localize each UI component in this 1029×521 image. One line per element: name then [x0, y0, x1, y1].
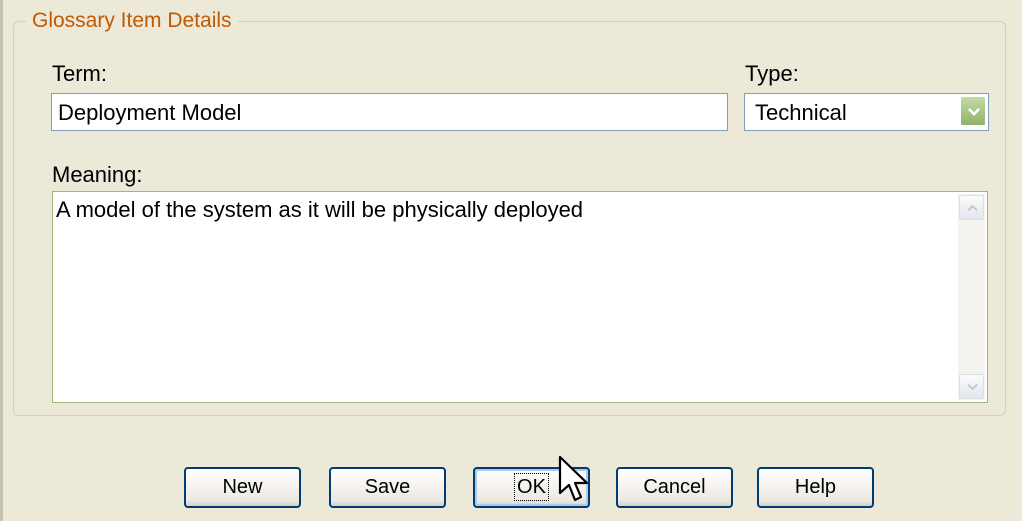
type-dropdown-button[interactable]	[960, 96, 986, 126]
new-button-label: New	[222, 476, 263, 498]
glossary-dialog: Glossary Item Details Term: Deployment M…	[0, 0, 1029, 521]
meaning-label: Meaning:	[52, 162, 143, 187]
mouse-pointer-icon	[558, 455, 589, 502]
meaning-textarea-value: A model of the system as it will be phys…	[56, 197, 584, 222]
help-button[interactable]: Help	[757, 467, 874, 508]
group-title: Glossary Item Details	[32, 9, 232, 32]
ok-button-label: OK	[514, 473, 549, 501]
cancel-button-label: Cancel	[643, 476, 706, 498]
chevron-down-icon	[968, 108, 980, 116]
meaning-textarea[interactable]: A model of the system as it will be phys…	[52, 191, 988, 403]
meaning-scrollbar[interactable]	[958, 194, 985, 400]
term-input-value: Deployment Model	[58, 100, 242, 125]
type-select[interactable]: Technical	[744, 93, 989, 131]
new-button[interactable]: New	[184, 467, 301, 508]
help-button-label: Help	[794, 476, 837, 498]
save-button[interactable]: Save	[329, 467, 446, 508]
save-button-label: Save	[364, 476, 411, 498]
window-right-edge	[1022, 0, 1029, 521]
term-input[interactable]: Deployment Model	[51, 93, 728, 131]
scroll-up-arrow-icon	[967, 204, 978, 212]
scroll-down-button[interactable]	[959, 374, 984, 399]
cancel-button[interactable]: Cancel	[616, 467, 733, 508]
scroll-up-button[interactable]	[959, 195, 984, 220]
window-left-edge	[0, 0, 3, 521]
type-label: Type:	[745, 61, 799, 86]
term-label: Term:	[52, 61, 107, 86]
type-select-value: Technical	[755, 100, 847, 125]
scroll-down-arrow-icon	[967, 383, 978, 391]
